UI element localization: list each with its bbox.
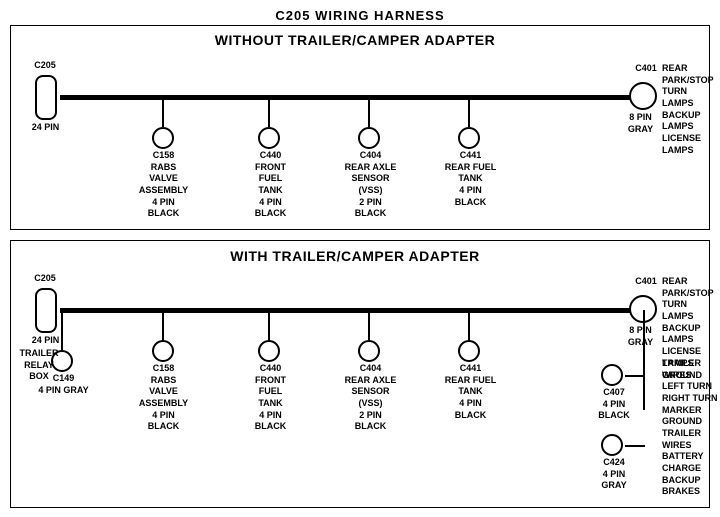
- c205-1-connector: [35, 75, 57, 120]
- c401-1-label: C401: [626, 63, 666, 75]
- c404-2-connector: [358, 340, 380, 362]
- c407-label: C4074 PINBLACK: [595, 387, 633, 422]
- c441-1-label: C441REAR FUELTANK4 PIN BLACK: [443, 150, 498, 208]
- c158-1-vline: [162, 97, 164, 127]
- wiring-diagram: C205 WIRING HARNESS WITHOUT TRAILER/CAMP…: [0, 0, 720, 500]
- c441-2-label: C441REAR FUELTANK4 PIN BLACK: [443, 363, 498, 421]
- c440-1-vline: [268, 97, 270, 127]
- c441-1-vline: [468, 97, 470, 127]
- c401-2-label: C401: [626, 276, 666, 288]
- c205-1-label: C205: [20, 60, 70, 72]
- c401-1-rightlabel: REAR PARK/STOPTURN LAMPSBACKUP LAMPSLICE…: [662, 63, 720, 157]
- section2-label: WITH TRAILER/CAMPER ADAPTER: [155, 248, 555, 264]
- c424-hline: [625, 445, 645, 447]
- c404-1-label: C404REAR AXLESENSOR(VSS)2 PIN BLACK: [343, 150, 398, 220]
- c424-connector: [601, 434, 623, 456]
- c404-2-label: C404REAR AXLESENSOR(VSS)2 PIN BLACK: [343, 363, 398, 433]
- c424-rightlabel: TRAILER WIRESBATTERY CHARGEBACKUPBRAKES: [662, 428, 720, 498]
- c401-1-connector: [629, 82, 657, 110]
- c205-2-sublabel: 24 PIN: [18, 335, 73, 347]
- c205-2-label: C205: [20, 273, 70, 285]
- c205-2-connector: [35, 288, 57, 333]
- c158-2-label: C158RABS VALVEASSEMBLY4 PIN BLACK: [136, 363, 191, 433]
- section1-label: WITHOUT TRAILER/CAMPER ADAPTER: [155, 32, 555, 48]
- c401-1-sublabel: 8 PINGRAY: [618, 112, 663, 135]
- c158-2-connector: [152, 340, 174, 362]
- right-vline: [643, 310, 645, 410]
- c440-2-vline: [268, 310, 270, 340]
- c205-1-sublabel: 24 PIN: [18, 122, 73, 134]
- c424-label: C4244 PINGRAY: [595, 457, 633, 492]
- page-title: C205 WIRING HARNESS: [0, 0, 720, 23]
- c407-hline: [625, 375, 645, 377]
- c149-vline: [61, 310, 63, 350]
- c440-1-connector: [258, 127, 280, 149]
- c401-2-sublabel: 8 PINGRAY: [618, 325, 663, 348]
- c404-2-vline: [368, 310, 370, 340]
- c407-rightlabel: TRAILER WIRESLEFT TURNRIGHT TURNMARKERGR…: [662, 358, 720, 428]
- c441-1-connector: [458, 127, 480, 149]
- trailer-relay-label: TRAILERRELAYBOX: [14, 348, 64, 383]
- c158-1-label: C158RABS VALVEASSEMBLY4 PIN BLACK: [136, 150, 191, 220]
- section1-mainline: [60, 95, 650, 100]
- c441-2-connector: [458, 340, 480, 362]
- c158-2-vline: [162, 310, 164, 340]
- c407-connector: [601, 364, 623, 386]
- c440-2-label: C440FRONT FUELTANK4 PIN BLACK: [243, 363, 298, 433]
- c440-1-label: C440FRONT FUELTANK4 PIN BLACK: [243, 150, 298, 220]
- c441-2-vline: [468, 310, 470, 340]
- c404-1-connector: [358, 127, 380, 149]
- section2-mainline: [60, 308, 650, 313]
- c440-2-connector: [258, 340, 280, 362]
- c158-1-connector: [152, 127, 174, 149]
- c404-1-vline: [368, 97, 370, 127]
